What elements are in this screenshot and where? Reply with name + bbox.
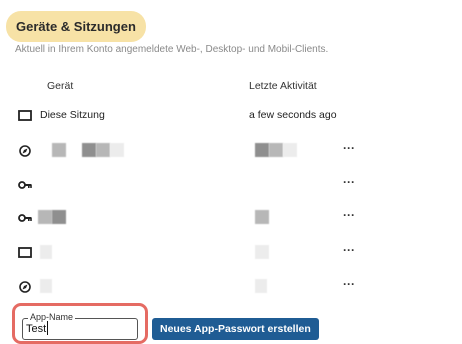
session-row: Diese Sitzung a few seconds ago xyxy=(0,106,462,126)
redacted-name xyxy=(40,245,52,259)
redacted-name xyxy=(52,143,66,157)
session-menu-button[interactable]: ··· xyxy=(340,243,358,263)
session-row: ··· xyxy=(0,141,462,161)
redacted-name xyxy=(38,210,52,224)
desktop-icon xyxy=(18,247,32,258)
section-title: Geräte & Sitzungen xyxy=(6,11,146,42)
column-header-activity: Letzte Aktivität xyxy=(249,80,317,92)
session-row: ··· xyxy=(0,277,462,297)
redacted-name xyxy=(52,210,66,224)
column-header-device: Gerät xyxy=(47,80,74,92)
session-row: ··· xyxy=(0,208,462,228)
compass-icon xyxy=(19,281,31,293)
redacted-activity xyxy=(255,143,269,157)
redacted-name xyxy=(96,143,110,157)
session-menu-button[interactable]: ··· xyxy=(340,141,358,161)
redacted-name xyxy=(40,279,52,293)
redacted-activity xyxy=(255,279,267,293)
session-name: Diese Sitzung xyxy=(40,109,105,121)
redacted-activity xyxy=(283,143,297,157)
session-menu-button[interactable]: ··· xyxy=(340,208,358,228)
app-name-input[interactable] xyxy=(26,322,131,336)
desktop-icon xyxy=(18,110,32,121)
redacted-name xyxy=(110,143,124,157)
section-title-text: Geräte & Sitzungen xyxy=(16,19,136,34)
key-icon xyxy=(18,214,32,222)
session-row: ··· xyxy=(0,175,462,195)
redacted-activity xyxy=(269,143,283,157)
session-menu-button[interactable]: ··· xyxy=(340,175,358,195)
redacted-name xyxy=(82,143,96,157)
compass-icon xyxy=(19,145,31,157)
section-subtitle: Aktuell in Ihrem Konto angemeldete Web-,… xyxy=(15,44,329,55)
redacted-activity xyxy=(255,210,269,224)
session-activity: a few seconds ago xyxy=(249,109,337,121)
text-caret xyxy=(47,321,48,335)
session-menu-button[interactable]: ··· xyxy=(340,277,358,297)
key-icon xyxy=(18,181,32,189)
session-row: ··· xyxy=(0,243,462,263)
create-app-password-button[interactable]: Neues App-Passwort erstellen xyxy=(152,318,319,340)
redacted-activity xyxy=(255,245,269,259)
